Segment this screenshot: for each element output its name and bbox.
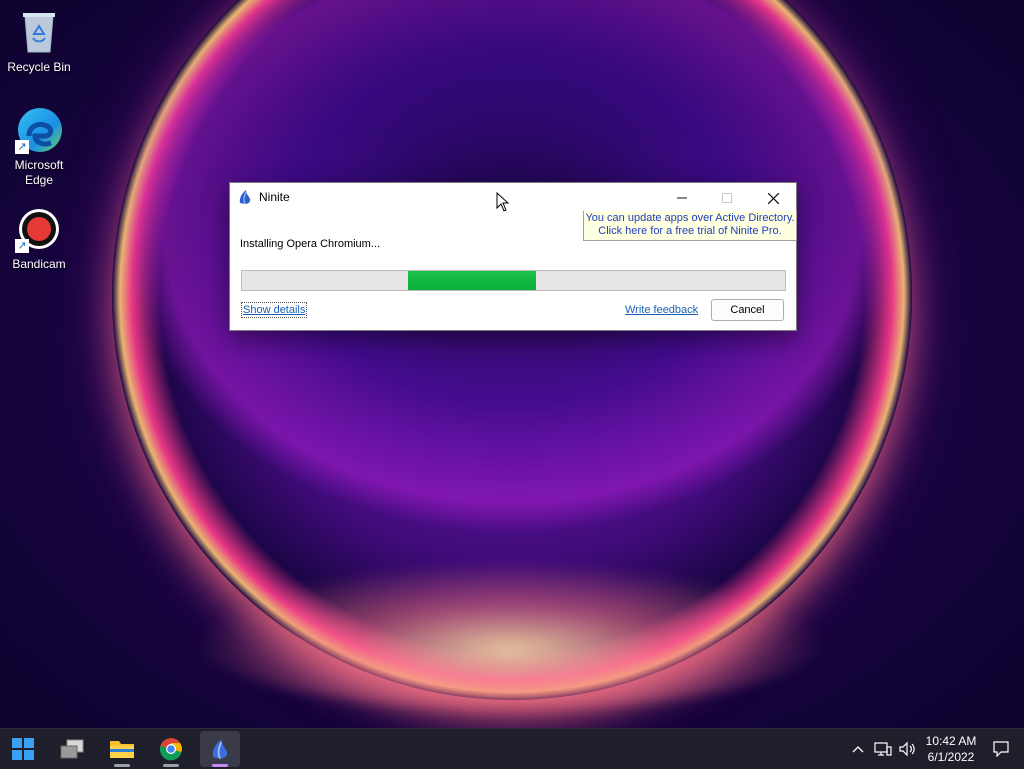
edge-icon: ↗ xyxy=(15,106,63,154)
install-progress-bar xyxy=(241,270,786,291)
ninite-icon xyxy=(212,739,228,759)
running-indicator xyxy=(114,764,130,767)
network-button[interactable] xyxy=(872,729,894,769)
chrome-icon xyxy=(159,738,182,761)
show-details-link[interactable]: Show details xyxy=(240,302,308,318)
desktop-icon-bandicam[interactable]: ↗ Bandicam xyxy=(1,205,77,272)
promo-line-2: Click here for a free trial of Ninite Pr… xyxy=(598,225,782,237)
shortcut-arrow-icon: ↗ xyxy=(15,239,29,253)
folder-icon xyxy=(110,741,134,758)
network-icon xyxy=(874,742,892,756)
desktop-icon-recycle-bin[interactable]: Recycle Bin xyxy=(1,8,77,75)
desktop-icon-label: Microsoft Edge xyxy=(14,158,64,187)
task-view-icon xyxy=(60,739,84,759)
desktop-icon-label: Recycle Bin xyxy=(7,60,71,74)
speaker-icon xyxy=(899,741,915,757)
desktop-background: Recycle Bin ↗ Microsoft Edge ↗ Bandicam xyxy=(0,0,1024,728)
ninite-app-icon xyxy=(237,189,253,210)
windows-logo-icon xyxy=(12,738,34,760)
desktop-icon-label: Bandicam xyxy=(12,257,66,271)
close-icon xyxy=(767,192,779,204)
maximize-icon xyxy=(722,193,732,203)
running-indicator xyxy=(163,764,179,767)
notification-icon xyxy=(993,741,1009,757)
chevron-up-icon xyxy=(852,746,864,753)
promo-line-1: You can update apps over Active Director… xyxy=(585,212,795,224)
close-button[interactable] xyxy=(750,183,796,213)
file-explorer-button[interactable] xyxy=(102,731,142,767)
wallpaper-glow xyxy=(190,560,830,710)
recycle-bin-icon xyxy=(15,8,63,56)
task-view-button[interactable] xyxy=(52,731,92,767)
mouse-cursor-icon xyxy=(496,191,510,217)
title-bar[interactable]: Ninite xyxy=(230,183,796,213)
active-indicator xyxy=(212,764,228,767)
write-feedback-link[interactable]: Write feedback xyxy=(625,304,698,316)
start-button[interactable] xyxy=(3,731,43,767)
notifications-button[interactable] xyxy=(990,729,1012,769)
maximize-button[interactable] xyxy=(704,183,750,213)
progress-fill xyxy=(408,271,536,290)
ninite-pro-promo-link[interactable]: You can update apps over Active Director… xyxy=(583,211,797,241)
ninite-taskbar-button[interactable] xyxy=(200,731,240,767)
minimize-icon xyxy=(677,197,687,199)
clock-date: 6/1/2022 xyxy=(927,750,975,764)
bandicam-icon: ↗ xyxy=(15,205,63,253)
ninite-window: Ninite You can update apps over Active D… xyxy=(229,182,797,331)
minimize-button[interactable] xyxy=(659,183,705,213)
show-hidden-icons-button[interactable] xyxy=(848,729,868,769)
window-title: Ninite xyxy=(259,190,290,204)
chrome-button[interactable] xyxy=(151,731,191,767)
install-status-text: Installing Opera Chromium... xyxy=(240,238,380,250)
desktop-icon-microsoft-edge[interactable]: ↗ Microsoft Edge xyxy=(1,106,77,188)
volume-button[interactable] xyxy=(897,729,919,769)
cancel-button[interactable]: Cancel xyxy=(711,299,784,321)
taskbar: 10:42 AM 6/1/2022 xyxy=(0,728,1024,769)
clock[interactable]: 10:42 AM 6/1/2022 xyxy=(918,733,984,765)
shortcut-arrow-icon: ↗ xyxy=(15,140,29,154)
clock-time: 10:42 AM xyxy=(925,734,977,748)
